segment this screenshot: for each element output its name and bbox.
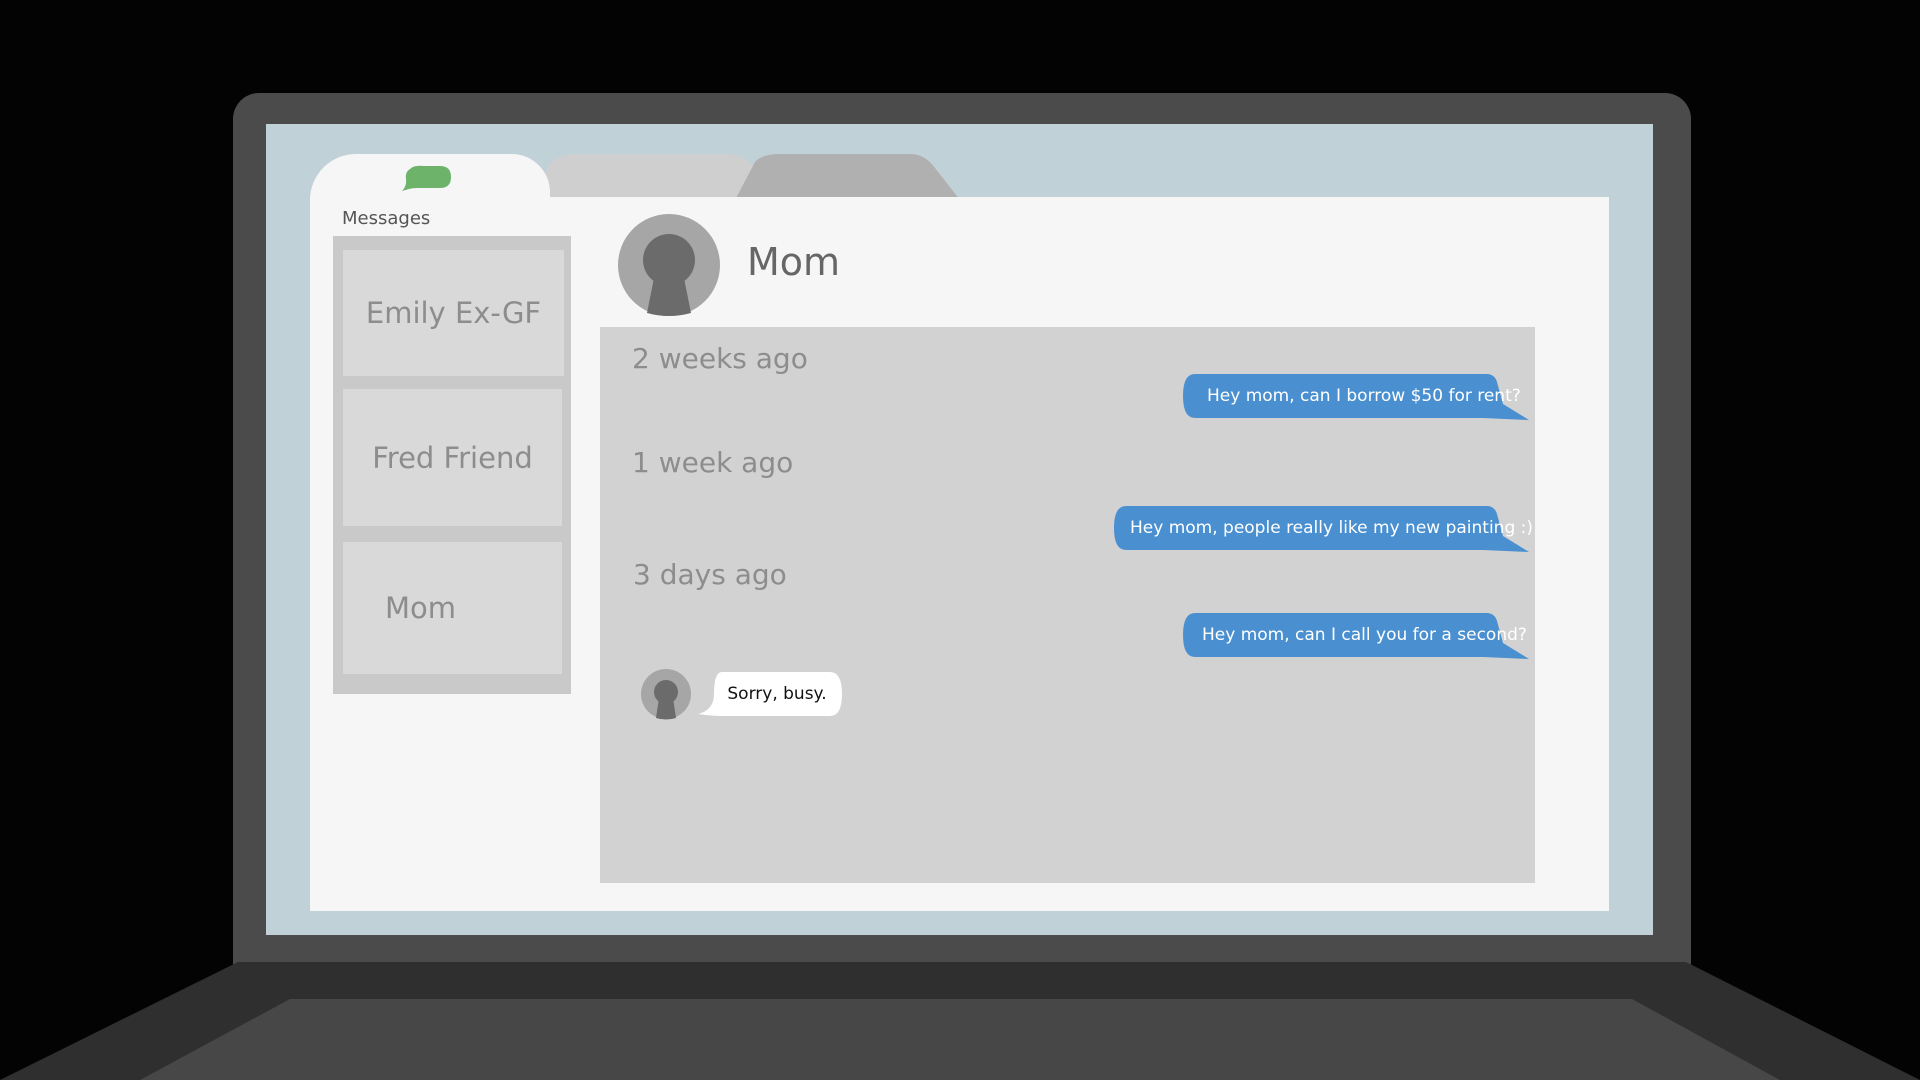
timestamp-1-week: 1 week ago — [632, 446, 794, 479]
outgoing-message-text: Hey mom, can I call you for a second? — [1202, 625, 1527, 645]
background-tabs — [531, 154, 959, 198]
chat-bubble-icon — [402, 165, 451, 191]
outgoing-message-text: Hey mom, can I borrow $50 for rent? — [1207, 386, 1521, 406]
timestamp-2-weeks: 2 weeks ago — [632, 342, 808, 375]
scene-background: Messages Emily Ex-GF Fred Friend Mom Mom… — [0, 0, 1920, 1080]
contact-item-mom[interactable]: Mom — [343, 542, 562, 674]
outgoing-message-text: Hey mom, people really like my new paint… — [1130, 518, 1534, 538]
contact-avatar — [618, 214, 720, 316]
incoming-message-text: Sorry, busy. — [727, 684, 827, 704]
incoming-message: Sorry, busy. — [698, 672, 844, 716]
person-silhouette-icon — [654, 680, 678, 720]
outgoing-message: Hey mom, people really like my new paint… — [1114, 506, 1533, 552]
person-silhouette-icon — [643, 234, 695, 316]
outgoing-message: Hey mom, can I borrow $50 for rent? — [1183, 374, 1529, 420]
timestamp-3-days: 3 days ago — [633, 558, 787, 591]
outgoing-message: Hey mom, can I call you for a second? — [1183, 613, 1529, 659]
conversation-title: Mom — [747, 240, 841, 284]
contact-item-fred[interactable]: Fred Friend — [343, 389, 562, 526]
contact-item-emily[interactable]: Emily Ex-GF — [343, 250, 564, 376]
reply-avatar — [641, 669, 691, 720]
messages-tab-label: Messages — [342, 208, 431, 229]
